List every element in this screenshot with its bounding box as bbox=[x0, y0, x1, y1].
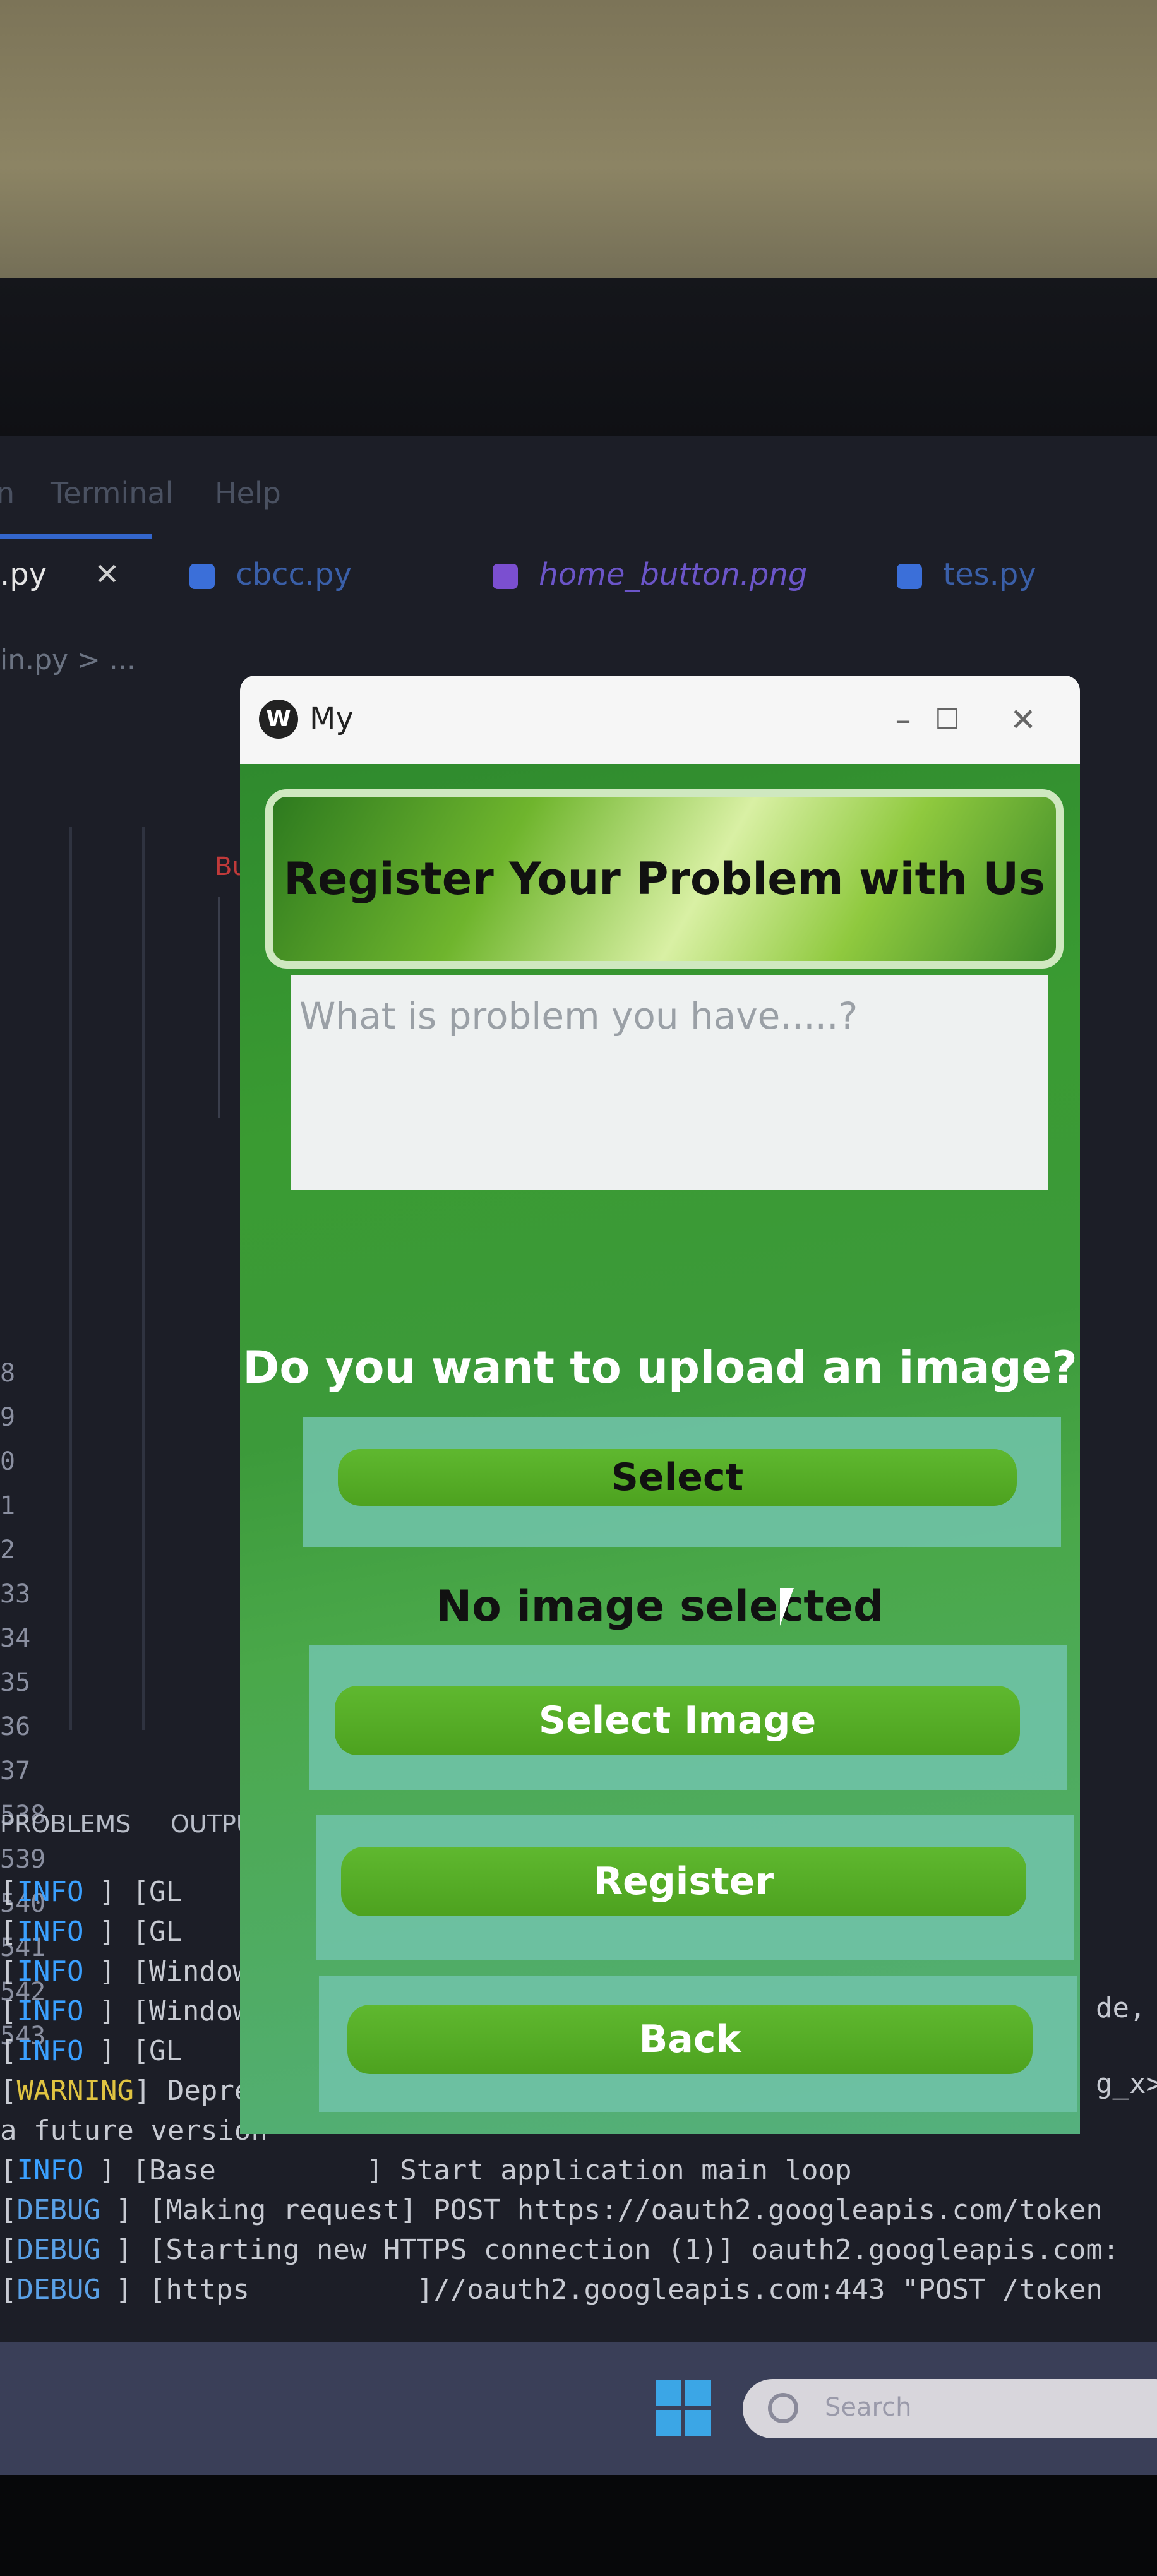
register-button[interactable]: Register bbox=[341, 1847, 1026, 1916]
log-text: ] [GL bbox=[99, 1916, 183, 1948]
app-logo-icon: W bbox=[259, 700, 298, 739]
desk-below-monitor bbox=[0, 2475, 1157, 2576]
log-level: INFO bbox=[16, 1876, 84, 1908]
log-level: INFO bbox=[16, 1995, 84, 2027]
python-file-icon bbox=[189, 564, 215, 589]
log-text: ] [GL bbox=[99, 2035, 183, 2067]
python-file-icon bbox=[897, 564, 922, 589]
background-wall bbox=[0, 0, 1157, 303]
tab-label: home_button.png bbox=[539, 557, 808, 592]
tab-label: tes.py bbox=[943, 557, 1036, 592]
menu-item-terminal[interactable]: Terminal bbox=[51, 476, 173, 510]
app-window: W My – ☐ ✕ Register Your Problem with Us… bbox=[240, 676, 1080, 2134]
log-line: [DEBUG] [Making request] POST https://oa… bbox=[0, 2194, 1103, 2226]
line-number: 33 bbox=[0, 1580, 31, 1609]
header-banner: Register Your Problem with Us bbox=[265, 789, 1064, 969]
line-number: 34 bbox=[0, 1624, 31, 1653]
search-placeholder: Search bbox=[825, 2393, 912, 2422]
line-number: 36 bbox=[0, 1712, 31, 1741]
app-content: Register Your Problem with Us Do you wan… bbox=[240, 764, 1080, 2134]
tab-main-py[interactable]: .py ✕ bbox=[0, 557, 120, 592]
taskbar: Search bbox=[0, 2342, 1157, 2475]
log-line: [INFO] [Base ] Start application main lo… bbox=[0, 2154, 852, 2186]
close-tab-icon[interactable]: ✕ bbox=[94, 557, 119, 592]
image-status-label: No image selected bbox=[436, 1582, 884, 1631]
breadcrumb[interactable]: in.py > ... bbox=[0, 644, 136, 676]
page-title: Register Your Problem with Us bbox=[284, 853, 1045, 905]
log-text: ] [Base ] Start application main loop bbox=[99, 2154, 852, 2186]
line-number: 1 bbox=[0, 1491, 16, 1520]
menu-item-help[interactable]: Help bbox=[215, 476, 281, 510]
line-number bbox=[0, 1307, 63, 1351]
window-titlebar[interactable]: W My – ☐ ✕ bbox=[240, 676, 1080, 764]
line-number: 37 bbox=[0, 1756, 31, 1786]
log-level: INFO bbox=[16, 1916, 84, 1948]
log-line: [DEBUG] [https ]//oauth2.googleapis.com:… bbox=[0, 2274, 1103, 2306]
problem-input[interactable] bbox=[291, 975, 1048, 1190]
line-number: 35 bbox=[0, 1668, 31, 1697]
log-text: ] [Making request] POST https://oauth2.g… bbox=[115, 2194, 1103, 2226]
log-text: ] [https ]//oauth2.googleapis.com:443 "P… bbox=[115, 2274, 1103, 2306]
log-text: a future version bbox=[0, 2114, 268, 2147]
tab-label: cbcc.py bbox=[236, 557, 352, 592]
log-text: ] [Starting new HTTPS connection (1)] oa… bbox=[115, 2234, 1120, 2266]
search-icon bbox=[768, 2393, 798, 2423]
mouse-cursor-icon bbox=[780, 1588, 794, 1626]
line-number bbox=[0, 1263, 63, 1307]
close-icon[interactable]: ✕ bbox=[998, 695, 1048, 745]
ide-menubar: n Terminal Help bbox=[0, 461, 1157, 524]
maximize-icon[interactable]: ☐ bbox=[922, 695, 973, 745]
log-level: DEBUG bbox=[16, 2194, 100, 2226]
log-level: INFO bbox=[16, 2035, 84, 2067]
indent-guide bbox=[142, 827, 145, 1730]
tab-label: .py bbox=[0, 557, 47, 592]
line-number bbox=[0, 1174, 63, 1219]
active-tab-indicator bbox=[0, 534, 152, 539]
windows-start-icon[interactable] bbox=[656, 2380, 711, 2436]
back-button[interactable]: Back bbox=[347, 2005, 1033, 2074]
log-fragment: g_x> bbox=[1096, 2068, 1157, 2100]
image-file-icon bbox=[493, 564, 518, 589]
indent-guide bbox=[218, 897, 220, 1118]
tab-home-button-png[interactable]: home_button.png bbox=[493, 557, 807, 592]
line-number bbox=[0, 1130, 63, 1174]
line-number: 9 bbox=[0, 1403, 16, 1432]
log-text: ] [Window bbox=[99, 1955, 249, 1988]
indent-guide bbox=[69, 827, 72, 1730]
minimize-icon[interactable]: – bbox=[878, 695, 928, 745]
monitor-bezel bbox=[0, 278, 1157, 442]
log-text: ] [GL bbox=[99, 1876, 183, 1908]
tab-cbcc-py[interactable]: cbcc.py bbox=[189, 557, 352, 592]
line-number bbox=[0, 1219, 63, 1263]
line-number: 2 bbox=[0, 1535, 16, 1565]
log-level: DEBUG bbox=[16, 2234, 100, 2266]
line-number: 8 bbox=[0, 1359, 16, 1388]
upload-question: Do you want to upload an image? bbox=[243, 1342, 1077, 1393]
tab-tes-py[interactable]: tes.py bbox=[897, 557, 1036, 592]
window-title: My bbox=[309, 701, 354, 736]
log-level: WARNING bbox=[16, 2075, 134, 2107]
editor-tabs: .py ✕ cbcc.py home_button.png tes.py bbox=[0, 543, 1157, 619]
menu-item-n[interactable]: n bbox=[0, 476, 15, 510]
tab-problems[interactable]: PROBLEMS bbox=[0, 1810, 131, 1838]
log-level: DEBUG bbox=[16, 2274, 100, 2306]
log-line: [DEBUG] [Starting new HTTPS connection (… bbox=[0, 2234, 1120, 2266]
line-number bbox=[0, 1086, 63, 1130]
log-level: INFO bbox=[16, 1955, 84, 1988]
log-fragment: de, bbox=[1096, 1992, 1146, 2024]
select-button[interactable]: Select bbox=[338, 1449, 1017, 1506]
log-text: ] [Window bbox=[99, 1995, 249, 2027]
select-image-button[interactable]: Select Image bbox=[335, 1686, 1020, 1755]
taskbar-search[interactable]: Search bbox=[743, 2379, 1157, 2438]
line-number: 0 bbox=[0, 1447, 16, 1476]
log-level: INFO bbox=[16, 2154, 84, 2186]
